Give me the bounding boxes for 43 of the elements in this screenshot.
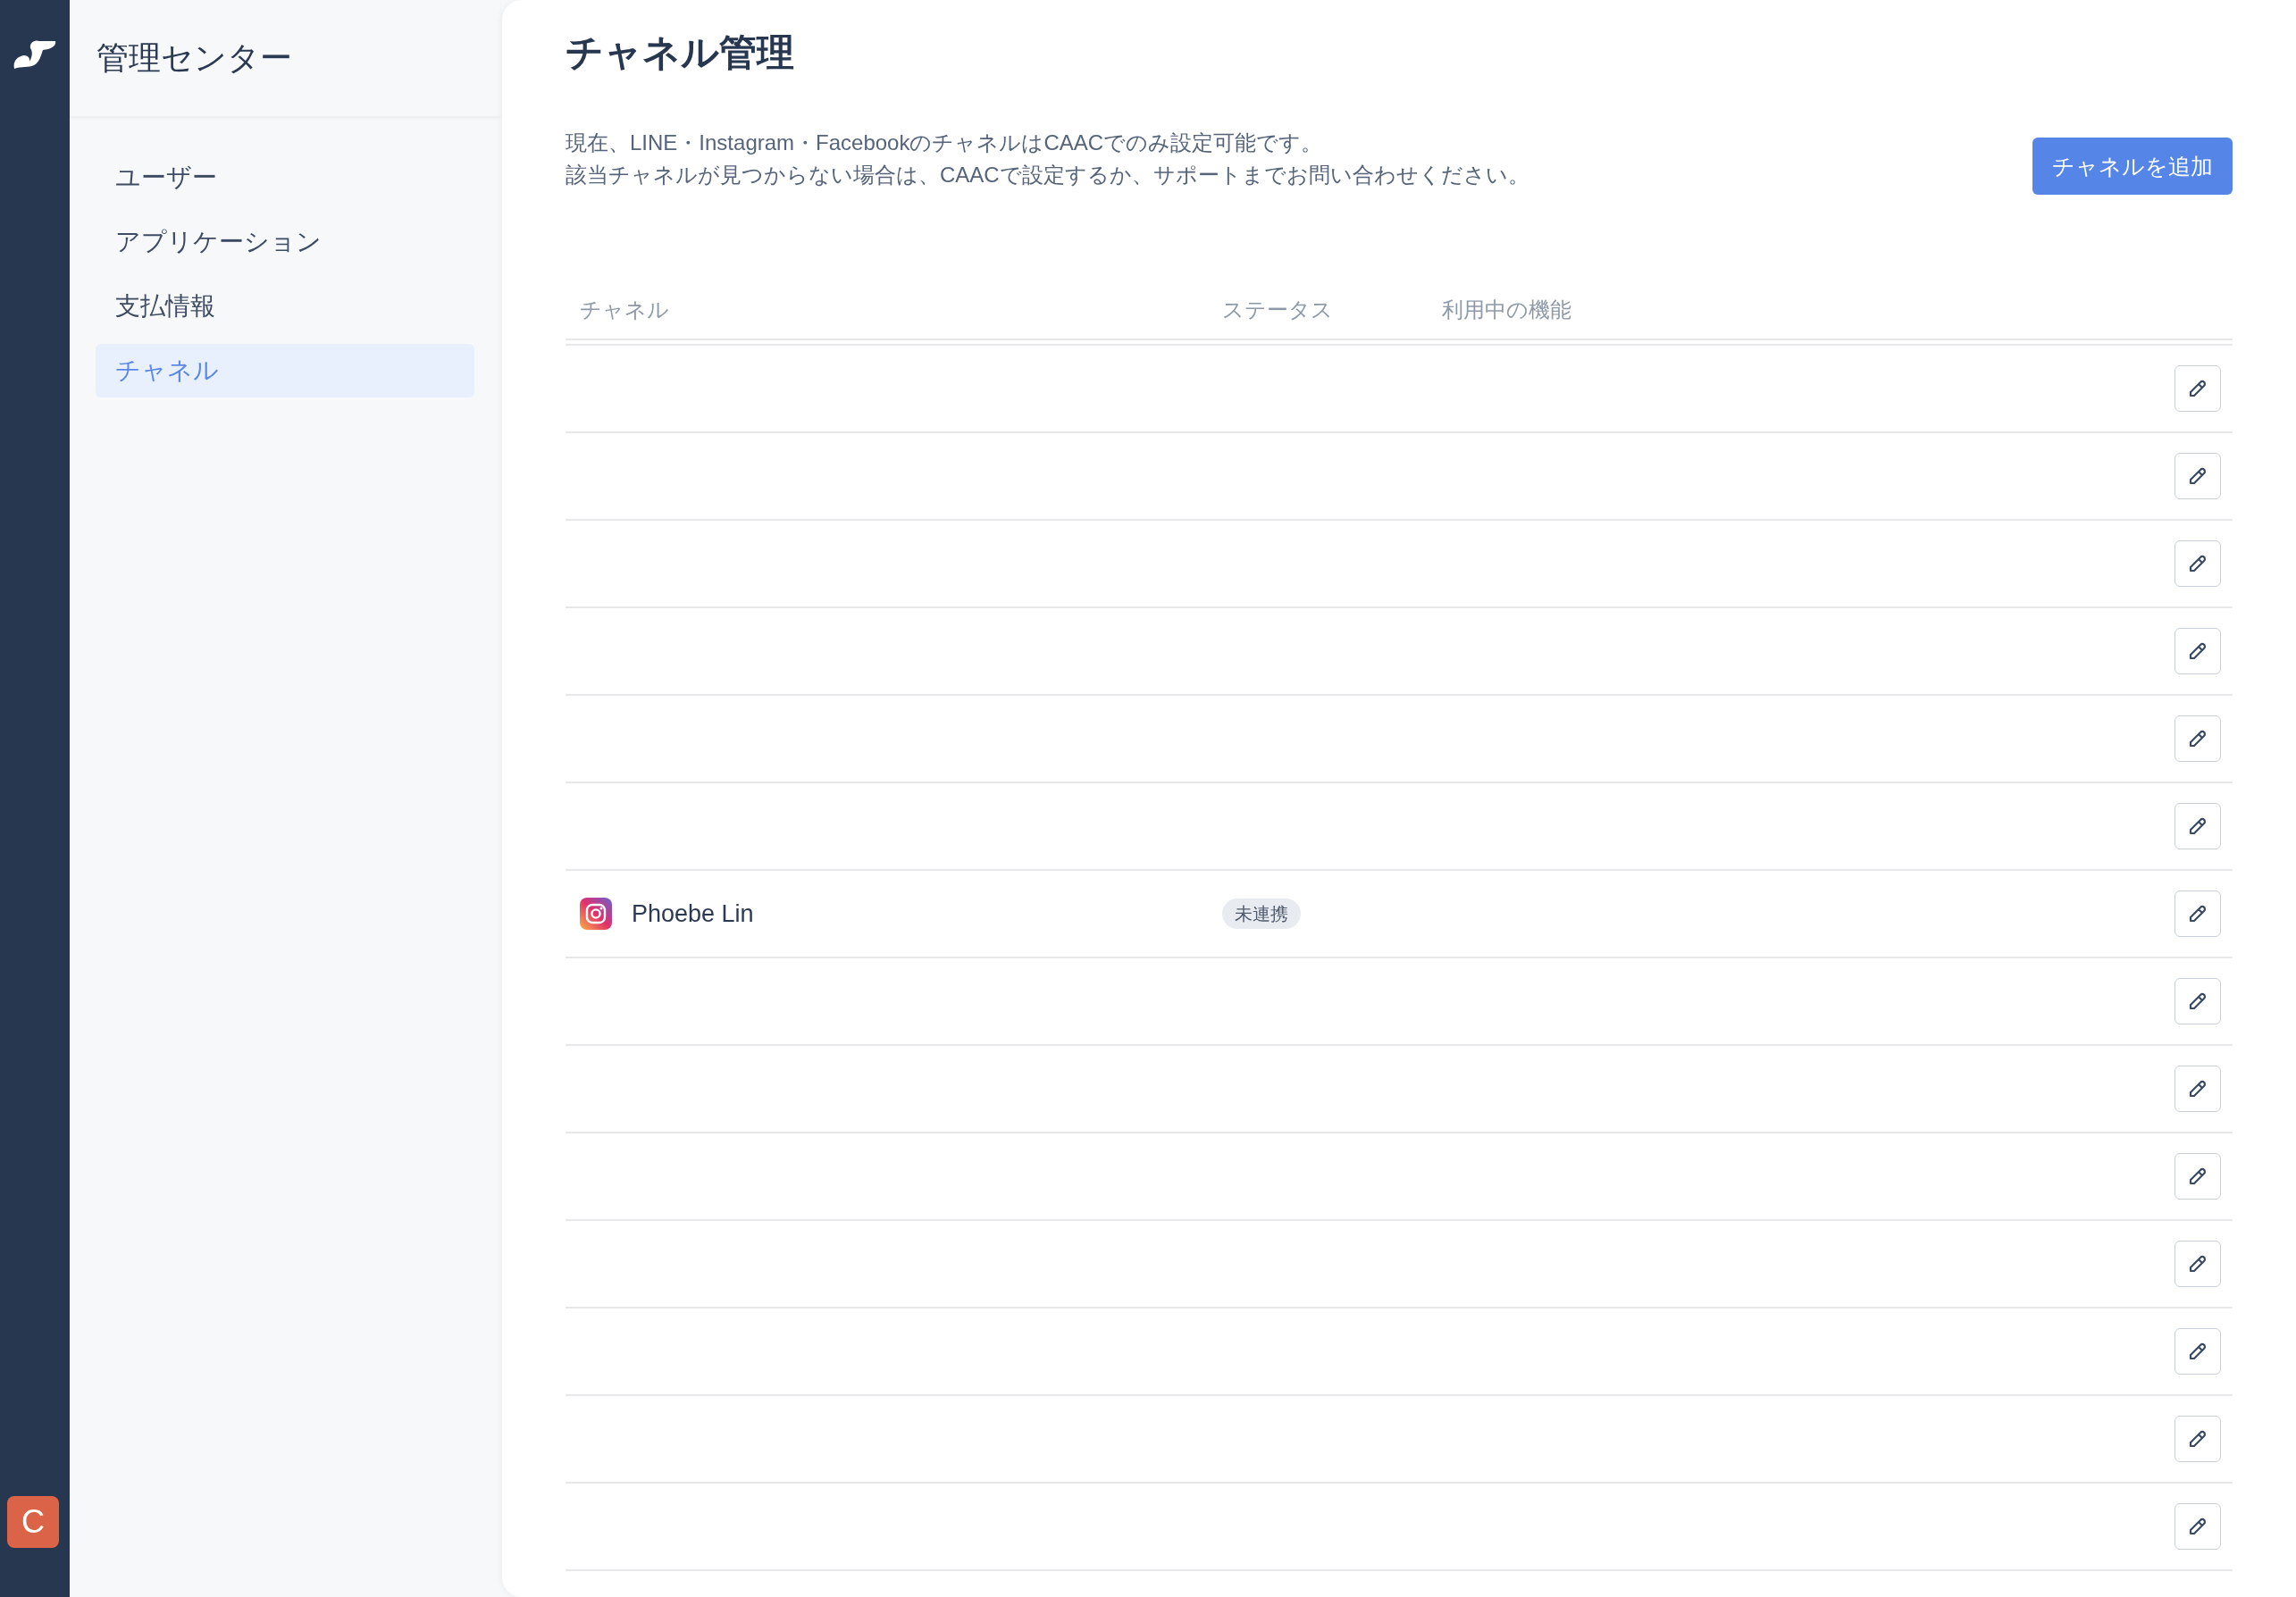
- nav-item[interactable]: ユーザー: [96, 151, 474, 205]
- nav-item[interactable]: 支払情報: [96, 280, 474, 333]
- column-header: チャネル: [580, 297, 669, 323]
- edit-button[interactable]: [2174, 453, 2221, 499]
- column-header: 利用中の機能: [1442, 297, 1571, 322]
- channel-name: Phoebe Lin: [632, 899, 754, 928]
- edit-button[interactable]: [2174, 628, 2221, 674]
- pencil-icon: [2187, 465, 2208, 487]
- pencil-icon: [2187, 1516, 2208, 1537]
- pencil-icon: [2187, 815, 2208, 837]
- pencil-icon: [2187, 903, 2208, 924]
- pencil-icon: [2187, 1428, 2208, 1450]
- pencil-icon: [2187, 640, 2208, 662]
- pencil-icon: [2187, 1166, 2208, 1187]
- pencil-icon: [2187, 553, 2208, 574]
- pencil-icon: [2187, 1078, 2208, 1100]
- edit-button[interactable]: [2174, 1066, 2221, 1112]
- pencil-icon: [2187, 1341, 2208, 1362]
- instagram-icon: [580, 898, 612, 930]
- edit-button[interactable]: [2174, 715, 2221, 762]
- edit-button[interactable]: [2174, 1503, 2221, 1550]
- pencil-icon: [2187, 991, 2208, 1012]
- add-channel-button[interactable]: チャネルを追加: [2032, 138, 2233, 195]
- user-avatar[interactable]: C: [7, 1496, 59, 1548]
- edit-button[interactable]: [2174, 1241, 2221, 1287]
- edit-button[interactable]: [2174, 540, 2221, 587]
- edit-button[interactable]: [2174, 1153, 2221, 1200]
- edit-button[interactable]: [2174, 1416, 2221, 1462]
- status-badge: 未連携: [1222, 898, 1301, 929]
- edit-button[interactable]: [2174, 365, 2221, 412]
- pencil-icon: [2187, 378, 2208, 399]
- nav-item[interactable]: アプリケーション: [96, 215, 474, 269]
- page-title: チャネル管理: [566, 30, 795, 75]
- panel-title: 管理センター: [96, 38, 292, 78]
- pencil-icon: [2187, 1253, 2208, 1275]
- pencil-icon: [2187, 728, 2208, 749]
- logo-icon: [13, 39, 57, 70]
- edit-button[interactable]: [2174, 1328, 2221, 1375]
- edit-button[interactable]: [2174, 978, 2221, 1024]
- notice-text: 現在、LINE・Instagram・FacebookのチャネルはCAACでのみ設定可能です。 該当チャネルが見つからない場合は、CAACで設定するか、サポートまでお問い合わせください。: [566, 130, 1529, 188]
- edit-button[interactable]: [2174, 803, 2221, 849]
- column-header: ステータス: [1222, 297, 1333, 322]
- edit-button[interactable]: [2174, 890, 2221, 937]
